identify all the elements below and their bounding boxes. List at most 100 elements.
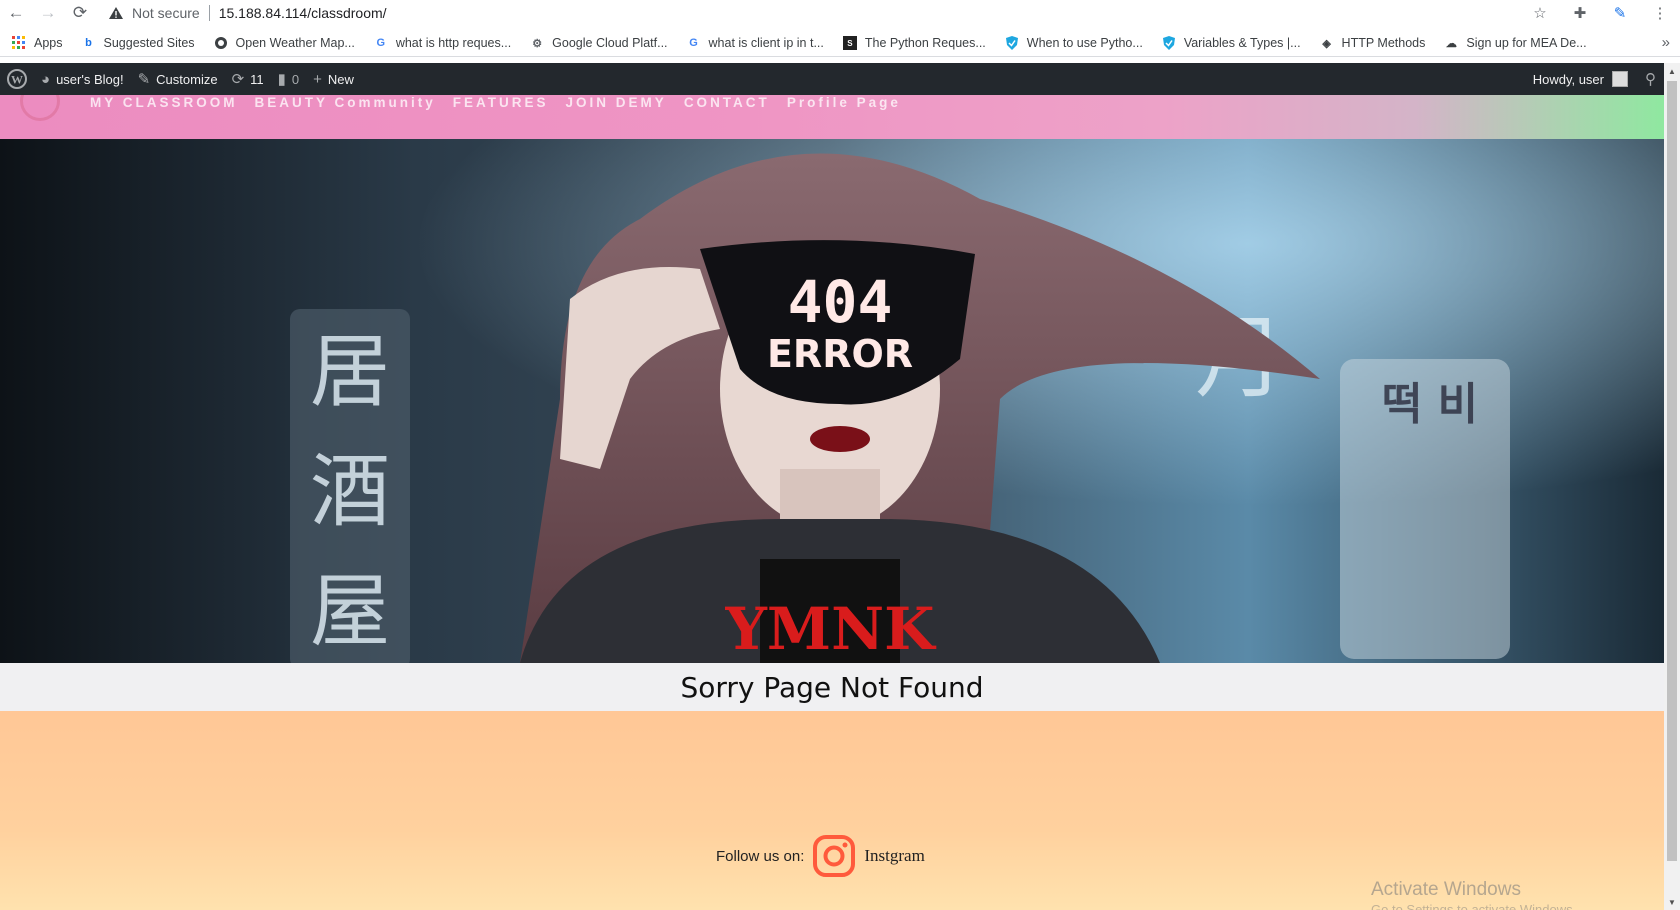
google-icon: G xyxy=(689,37,698,49)
svg-text:屋: 屋 xyxy=(310,565,390,658)
bookmark-variables-types[interactable]: Variables & Types |... xyxy=(1162,36,1301,50)
bookmark-gcp[interactable]: ⚙ Google Cloud Platf... xyxy=(530,36,667,50)
scroll-up-arrow-icon[interactable]: ▲ xyxy=(1664,63,1680,79)
scroll-down-arrow-icon[interactable]: ▼ xyxy=(1664,894,1680,910)
customize-label: Customize xyxy=(156,71,218,87)
site-logo[interactable] xyxy=(20,95,60,121)
wp-logo[interactable]: W xyxy=(0,63,34,95)
hero-error-text: ERROR xyxy=(767,332,913,376)
svg-text:YMNK: YMNK xyxy=(724,595,937,663)
bookmark-http-methods[interactable]: ◈ HTTP Methods xyxy=(1320,36,1426,50)
activate-windows-subtitle: Go to Settings to activate Windows. xyxy=(1371,902,1577,910)
address-bar[interactable]: Not secure 15.188.84.114/classdroom/ xyxy=(108,0,1558,25)
omnibox-separator xyxy=(208,4,210,21)
bookmark-label: Apps xyxy=(34,36,63,50)
dashboard-icon: ◕ xyxy=(41,70,51,88)
hero-404-text: 404 xyxy=(788,268,893,336)
apps-grid-icon xyxy=(12,36,26,50)
plus-icon: + xyxy=(313,70,322,88)
menu-item-profile-page[interactable]: Profile Page xyxy=(787,95,901,110)
svg-text:酒: 酒 xyxy=(310,445,390,538)
svg-text:W: W xyxy=(11,73,23,87)
url-text[interactable]: 15.188.84.114/classdroom/ xyxy=(219,5,387,21)
wp-updates[interactable]: ⟳ 11 xyxy=(225,63,271,95)
openweather-icon xyxy=(214,36,228,50)
warning-icon xyxy=(109,6,123,19)
page-scrollbar[interactable]: ▲ ▼ xyxy=(1664,63,1680,910)
updates-icon: ⟳ xyxy=(231,71,245,88)
bookmark-label: When to use Pytho... xyxy=(1026,36,1143,50)
extensions-icon[interactable]: ✚ xyxy=(1560,4,1600,22)
cloud-icon: ☁ xyxy=(1445,37,1457,50)
star-icon[interactable]: ☆ xyxy=(1520,4,1560,22)
menu-kebab-icon[interactable]: ⋮ xyxy=(1640,4,1680,22)
howdy-label: Howdy, user xyxy=(1532,71,1604,87)
bookmark-label: HTTP Methods xyxy=(1341,36,1426,50)
bookmark-client-ip[interactable]: G what is client ip in t... xyxy=(687,36,824,50)
main-menu: MY CLASSROOM BEAUTY Community FEATURES J… xyxy=(90,95,918,110)
shield-icon xyxy=(1005,36,1019,50)
new-label: New xyxy=(327,71,354,87)
bookmark-label: what is http reques... xyxy=(395,36,512,50)
bookmark-label: what is client ip in t... xyxy=(708,36,824,50)
bookmarks-overflow-icon[interactable]: » xyxy=(1662,34,1670,51)
shield-icon xyxy=(1162,36,1176,50)
instagram-icon[interactable] xyxy=(812,834,856,878)
instagram-link[interactable]: Instgram xyxy=(864,846,924,866)
reload-button[interactable]: ⟳ xyxy=(64,0,96,25)
bookmark-label: The Python Reques... xyxy=(864,36,986,50)
bookmark-when-to-use-python[interactable]: When to use Pytho... xyxy=(1005,36,1143,50)
wp-site-name[interactable]: ◕ user's Blog! xyxy=(34,63,131,95)
site-header: MY CLASSROOM BEAUTY Community FEATURES J… xyxy=(0,95,1664,139)
bookmark-label: Suggested Sites xyxy=(103,36,195,50)
bookmark-python-requests[interactable]: S The Python Reques... xyxy=(842,36,986,50)
updates-count: 11 xyxy=(250,71,264,87)
menu-item-features[interactable]: FEATURES xyxy=(453,95,549,110)
bookmark-label: Sign up for MEA De... xyxy=(1466,36,1587,50)
menu-item-beauty-community[interactable]: BEAUTY Community xyxy=(255,95,436,110)
wp-customize[interactable]: ✎ Customize xyxy=(131,63,225,95)
google-icon: G xyxy=(376,37,386,49)
python-requests-icon: S xyxy=(842,36,857,50)
svg-text:떡 비: 떡 비 xyxy=(1382,379,1478,430)
follow-label: Follow us on: xyxy=(716,847,805,865)
wp-admin-bar: W ◕ user's Blog! ✎ Customize ⟳ 11 ▮ 0 + … xyxy=(0,63,1680,95)
comments-count: 0 xyxy=(291,71,300,87)
forward-button[interactable]: → xyxy=(32,0,64,25)
wp-account[interactable]: Howdy, user xyxy=(1526,63,1638,95)
bookmark-suggested-sites[interactable]: b Suggested Sites xyxy=(82,36,195,50)
wp-new[interactable]: + New xyxy=(306,63,361,95)
menu-item-join-demy[interactable]: JOIN DEMY xyxy=(566,95,667,110)
menu-item-contact[interactable]: CONTACT xyxy=(684,95,770,110)
svg-text:居: 居 xyxy=(310,325,390,418)
back-button[interactable]: ← xyxy=(0,0,32,25)
bookmarks-bar: Apps b Suggested Sites Open Weather Map.… xyxy=(0,30,1680,57)
gcp-icon: ⚙ xyxy=(532,37,543,50)
menu-item-my-classroom[interactable]: MY CLASSROOM xyxy=(90,95,238,110)
browser-toolbar: ← → ⟳ Not secure 15.188.84.114/classdroo… xyxy=(0,0,1680,25)
social-follow: Follow us on: Instgram xyxy=(716,834,925,878)
wp-comments[interactable]: ▮ 0 xyxy=(271,63,307,95)
bookmark-openweather[interactable]: Open Weather Map... xyxy=(214,36,355,50)
hero-404-image: 居 酒 屋 떡 비 月 YMNK 404 ERROR xyxy=(0,139,1664,663)
activate-windows-title: Activate Windows xyxy=(1371,879,1521,900)
diamond-icon: ◈ xyxy=(1322,37,1331,50)
bookmark-label: Variables & Types |... xyxy=(1183,36,1301,50)
profile-icon[interactable]: ✎ xyxy=(1600,4,1640,22)
brush-icon: ✎ xyxy=(137,71,151,88)
bookmark-mea[interactable]: ☁ Sign up for MEA De... xyxy=(1444,36,1587,50)
site-name-label: user's Blog! xyxy=(56,71,124,87)
site-footer: Follow us on: Instgram Activate Windows … xyxy=(0,711,1664,910)
scroll-thumb[interactable] xyxy=(1667,81,1677,861)
security-label: Not secure xyxy=(132,4,200,21)
bookmark-label: Google Cloud Platf... xyxy=(552,36,668,50)
bookmark-http-request[interactable]: G what is http reques... xyxy=(374,36,512,50)
avatar xyxy=(1612,71,1628,87)
wordpress-icon: W xyxy=(7,69,27,89)
comment-icon: ▮ xyxy=(277,71,286,88)
search-icon: ⚲ xyxy=(1645,71,1656,88)
bookmark-apps[interactable]: Apps xyxy=(12,36,63,50)
page-not-found-title: Sorry Page Not Found xyxy=(0,663,1664,711)
bing-icon: b xyxy=(85,37,92,49)
bookmark-label: Open Weather Map... xyxy=(235,36,355,50)
